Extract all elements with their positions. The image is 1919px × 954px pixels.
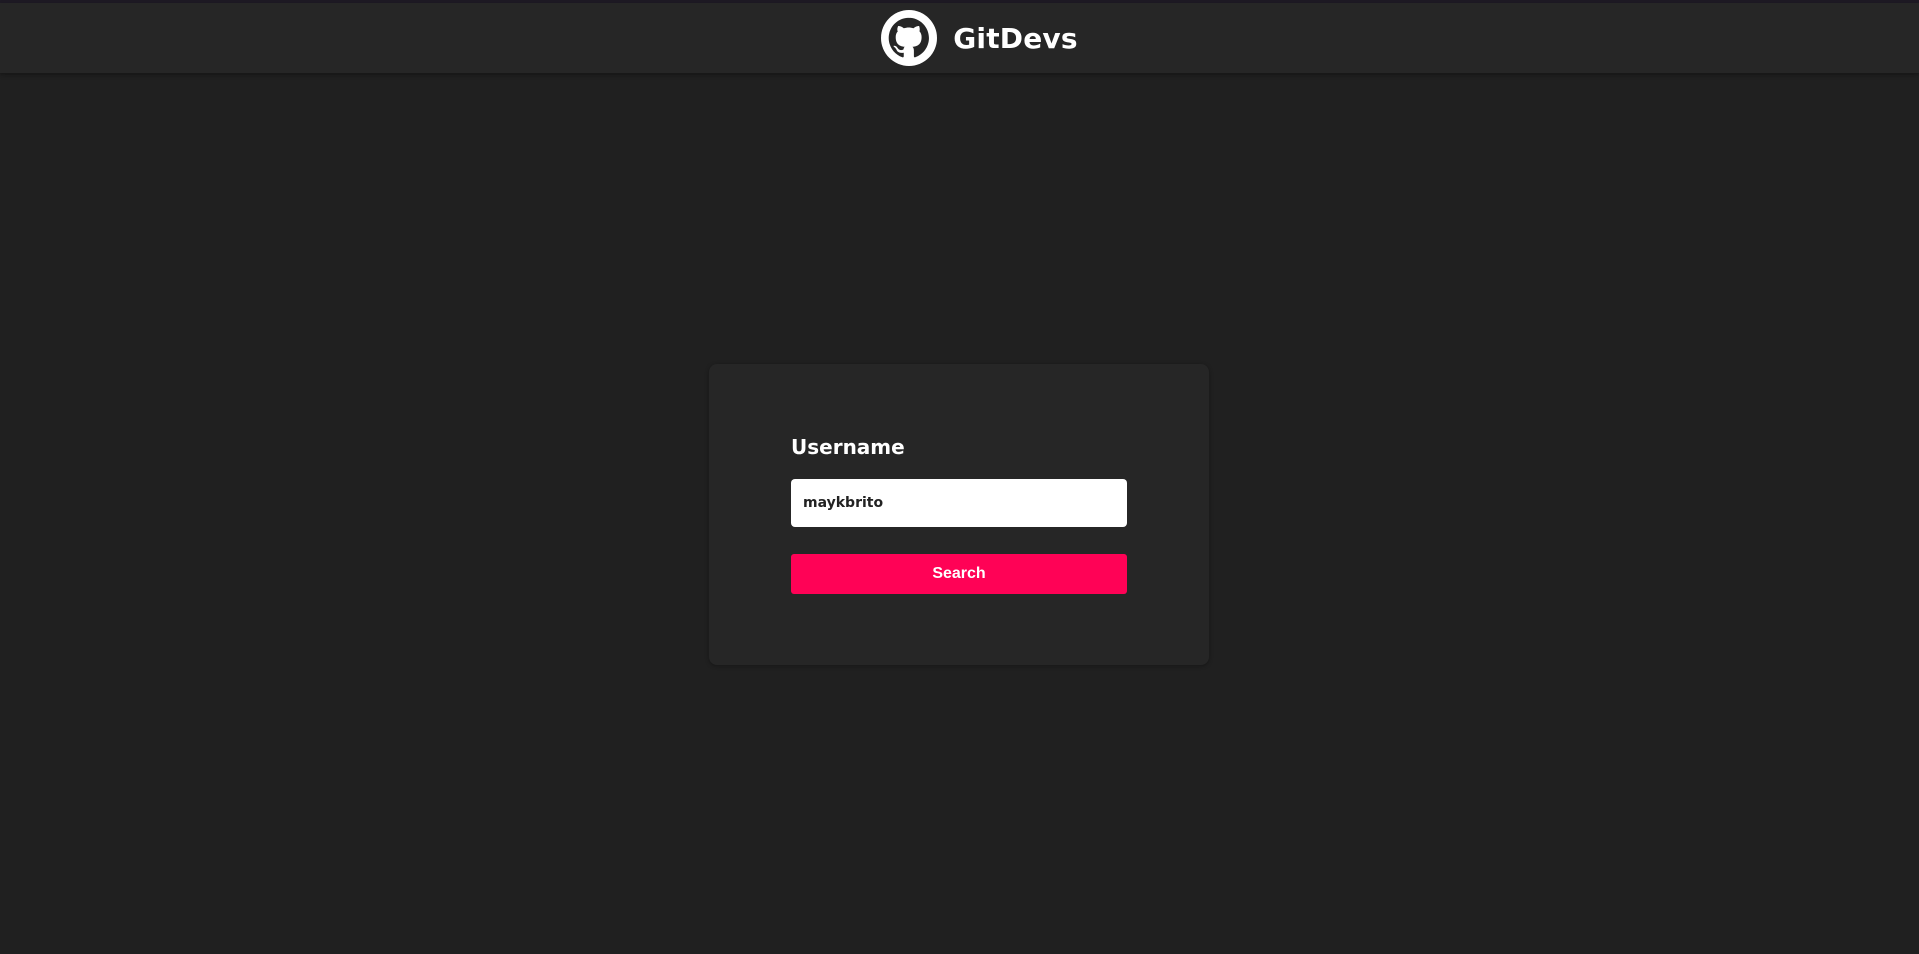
app-header: GitDevs: [0, 3, 1919, 73]
username-label: Username: [791, 435, 905, 459]
search-card: Username Search: [709, 364, 1209, 665]
app-title: GitDevs: [953, 21, 1078, 55]
brand: GitDevs: [881, 10, 1078, 66]
search-button[interactable]: Search: [791, 554, 1127, 594]
username-input[interactable]: [791, 479, 1127, 527]
github-icon: [881, 10, 938, 66]
